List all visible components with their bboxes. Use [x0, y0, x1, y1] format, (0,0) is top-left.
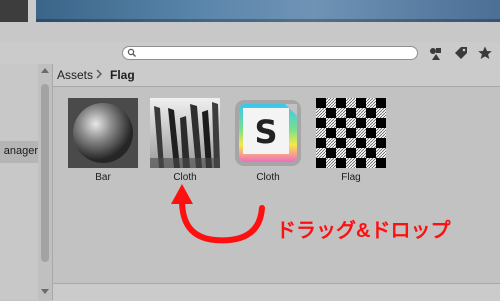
asset-browser-footer	[53, 283, 500, 301]
asset-name: Flag	[341, 172, 361, 183]
chevron-right-icon	[96, 69, 102, 79]
filter-by-label-icon[interactable]	[453, 45, 469, 61]
cloth-texture-icon	[150, 98, 220, 168]
search-input[interactable]	[122, 46, 418, 60]
top-strip	[0, 0, 500, 22]
search-icon	[127, 48, 136, 57]
breadcrumb: Assets Flag	[53, 64, 500, 87]
substance-s-icon: S	[235, 100, 301, 166]
drag-and-drop-annotation: ドラッグ&ドロップ	[276, 220, 451, 242]
scroll-down-arrow-icon[interactable]	[41, 289, 49, 294]
project-toolbar	[0, 42, 500, 65]
scroll-up-arrow-icon[interactable]	[41, 68, 49, 73]
window-gap	[0, 22, 500, 42]
favorites-star-icon[interactable]	[477, 45, 493, 61]
filter-by-type-icon[interactable]	[428, 45, 444, 61]
svg-text:S: S	[254, 113, 277, 151]
breadcrumb-assets[interactable]: Assets	[57, 68, 93, 82]
scene-view-preview	[36, 0, 500, 22]
folder-tree-scrollbar[interactable]	[38, 64, 53, 300]
folder-tree-panel: anager	[0, 64, 39, 300]
breadcrumb-flag[interactable]: Flag	[110, 68, 135, 82]
left-dark-area	[0, 0, 28, 22]
scrollbar-thumb[interactable]	[41, 84, 49, 262]
sphere-material-icon	[68, 98, 138, 168]
asset-name: Bar	[95, 172, 111, 183]
checker-texture-icon	[316, 98, 386, 168]
drag-arrow-icon	[171, 184, 265, 244]
folder-tree-item-label: anager	[3, 145, 38, 157]
